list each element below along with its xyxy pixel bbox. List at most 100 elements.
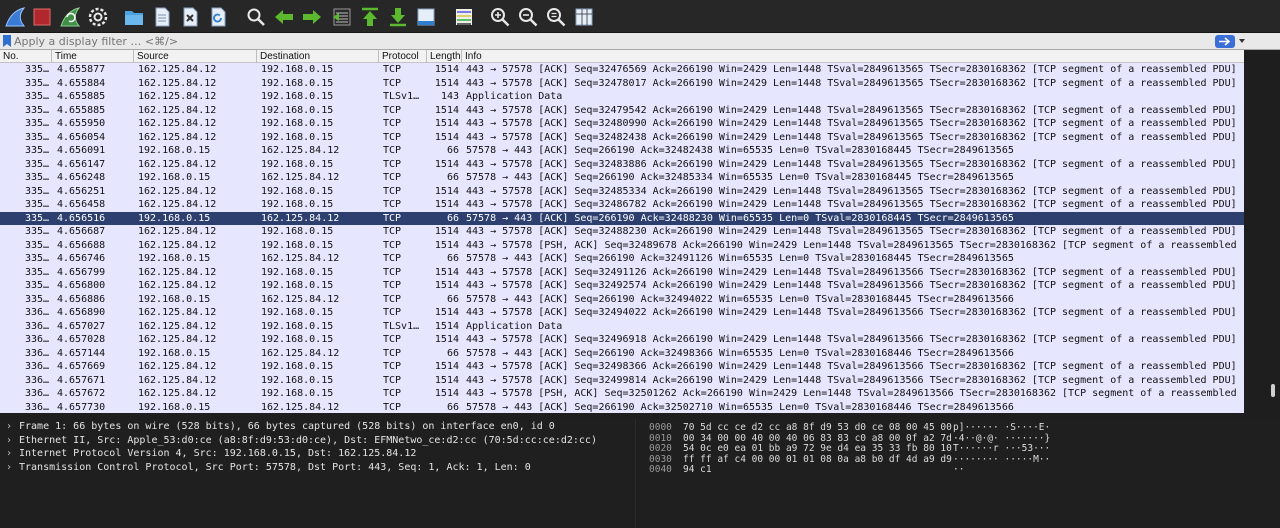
table-row[interactable]: 335… 4.656688 162.125.84.12 192.168.0.15 TCP… <box>0 238 1244 252</box>
table-row[interactable]: 335… 4.656800 162.125.84.12 192.168.0.15 TCP… <box>0 279 1244 293</box>
resize-columns-icon[interactable] <box>572 5 596 29</box>
cell-info: Application Data <box>466 320 563 332</box>
detail-tree-label: Frame 1: 66 bytes on wire (528 bits), 66… <box>19 421 555 432</box>
detail-tree-item[interactable]: › Internet Protocol Version 4, Src: 192.1… <box>0 448 636 462</box>
arrow-left-icon[interactable] <box>272 5 296 29</box>
zoom-in-icon[interactable] <box>488 5 512 29</box>
colorize-icon[interactable] <box>452 5 476 29</box>
table-row[interactable]: 335… 4.655950 162.125.84.12 192.168.0.15 TCP… <box>0 117 1244 131</box>
close-file-icon[interactable] <box>178 5 202 29</box>
cell-protocol: TCP <box>383 253 402 264</box>
cell-length: 1514 <box>434 199 459 210</box>
column-header-destination[interactable]: Destination <box>257 50 379 63</box>
cell-no: 335… <box>25 77 50 89</box>
chevron-right-icon[interactable]: › <box>6 421 12 432</box>
detail-tree-item[interactable]: › Transmission Control Protocol, Src Port… <box>0 462 636 476</box>
chevron-right-icon[interactable]: › <box>6 435 12 446</box>
column-header-length[interactable]: Length <box>427 50 462 63</box>
hex-offset: 0040 <box>649 464 672 475</box>
zoom-out-icon[interactable] <box>516 5 540 29</box>
cell-source: 162.125.84.12 <box>138 239 217 251</box>
file-icon[interactable] <box>150 5 174 29</box>
table-row[interactable]: 336… 4.657028 162.125.84.12 192.168.0.15 TCP… <box>0 333 1244 347</box>
table-row[interactable]: 335… 4.656248 192.168.0.15 162.125.84.12 TCP… <box>0 171 1244 185</box>
reload-icon[interactable] <box>206 5 230 29</box>
folder-open-icon[interactable] <box>122 5 146 29</box>
hex-bytes: 94 c1 <box>683 464 712 475</box>
cell-source: 162.125.84.12 <box>138 280 217 291</box>
cell-destination: 162.125.84.12 <box>261 253 340 264</box>
cell-info: 57578 → 443 [ACK] Seq=266190 Ack=3248243… <box>466 145 1014 156</box>
autoscroll-icon[interactable] <box>414 5 438 29</box>
column-header-protocol[interactable]: Protocol <box>379 50 427 63</box>
chevron-right-icon[interactable]: › <box>6 462 12 473</box>
column-header-source[interactable]: Source <box>134 50 257 63</box>
cell-no: 335… <box>25 118 50 129</box>
table-row[interactable]: 335… 4.656746 192.168.0.15 162.125.84.12 TCP… <box>0 252 1244 266</box>
bookmark-icon[interactable] <box>3 35 11 47</box>
table-row[interactable]: 335… 4.656886 192.168.0.15 162.125.84.12 TCP… <box>0 292 1244 306</box>
table-row[interactable]: 336… 4.657669 162.125.84.12 192.168.0.15 TCP… <box>0 360 1244 374</box>
scrollbar-thumb[interactable] <box>1271 384 1275 397</box>
go-first-icon[interactable] <box>358 5 382 29</box>
column-header-no[interactable]: No. <box>0 50 52 63</box>
cell-source: 192.168.0.15 <box>138 347 211 359</box>
cell-no: 335… <box>25 158 50 170</box>
table-row[interactable]: 335… 4.656458 162.125.84.12 192.168.0.15 TCP… <box>0 198 1244 212</box>
go-last-icon[interactable] <box>386 5 410 29</box>
arrow-right-icon[interactable] <box>300 5 324 29</box>
table-row[interactable]: 335… 4.655885 162.125.84.12 192.168.0.15 TLS… <box>0 90 1244 104</box>
table-row[interactable]: 335… 4.656251 162.125.84.12 192.168.0.15 TCP… <box>0 184 1244 198</box>
cell-destination: 192.168.0.15 <box>261 388 334 399</box>
table-row-selected[interactable]: 335… 4.656516 192.168.0.15 162.125.84.12 TCP… <box>0 211 1244 225</box>
chevron-down-icon[interactable] <box>1238 37 1246 45</box>
cell-time: 4.656054 <box>57 131 106 143</box>
cell-info: 443 → 57578 [ACK] Seq=32483886 Ack=26619… <box>466 158 1237 170</box>
table-row[interactable]: 335… 4.656687 162.125.84.12 192.168.0.15 TCP… <box>0 225 1244 239</box>
stop-square-icon[interactable] <box>30 5 54 29</box>
table-row[interactable]: 335… 4.655884 162.125.84.12 192.168.0.15 TCP… <box>0 76 1244 90</box>
column-header-time[interactable]: Time <box>52 50 134 63</box>
cell-time: 4.655884 <box>57 77 106 89</box>
cell-protocol: TCP <box>383 185 402 197</box>
cell-length: 1514 <box>434 266 459 278</box>
cell-no: 336… <box>25 334 50 345</box>
table-row[interactable]: 335… 4.655885 162.125.84.12 192.168.0.15 TCP… <box>0 103 1244 117</box>
cell-length: 1514 <box>434 118 459 129</box>
table-row[interactable]: 336… 4.657027 162.125.84.12 192.168.0.15 TLS… <box>0 319 1244 333</box>
table-row[interactable]: 336… 4.657144 192.168.0.15 162.125.84.12 TCP… <box>0 346 1244 360</box>
table-row[interactable]: 336… 4.657730 192.168.0.15 162.125.84.12 TCP… <box>0 400 1244 413</box>
table-row[interactable]: 336… 4.656890 162.125.84.12 192.168.0.15 TCP… <box>0 306 1244 320</box>
table-row[interactable]: 335… 4.656799 162.125.84.12 192.168.0.15 TCP… <box>0 265 1244 279</box>
display-filter-input[interactable] <box>14 34 1210 48</box>
search-icon[interactable] <box>244 5 268 29</box>
hex-offset: 0010 <box>649 432 672 444</box>
detail-tree-item[interactable]: › Frame 1: 66 bytes on wire (528 bits), 6… <box>0 421 636 435</box>
table-row[interactable]: 335… 4.655877 162.125.84.12 192.168.0.15 TCP… <box>0 63 1244 77</box>
cell-protocol: TCP <box>383 388 402 399</box>
cell-length: 1514 <box>434 374 459 386</box>
cell-time: 4.657028 <box>57 334 106 345</box>
table-row[interactable]: 336… 4.657671 162.125.84.12 192.168.0.15 TCP… <box>0 373 1244 387</box>
table-row[interactable]: 335… 4.656147 162.125.84.12 192.168.0.15 TCP… <box>0 157 1244 171</box>
apply-filter-arrow-icon[interactable] <box>1215 35 1235 48</box>
shark-fin-start-icon[interactable] <box>3 5 27 29</box>
cell-protocol: TCP <box>383 307 402 318</box>
table-row[interactable]: 336… 4.657672 162.125.84.12 192.168.0.15 TCP… <box>0 387 1244 401</box>
hex-bytes: 70 5d cc ce d2 cc a8 8f d9 53 d0 ce 08 0… <box>683 422 952 433</box>
go-to-packet-icon[interactable] <box>330 5 354 29</box>
column-header-info[interactable]: Info <box>462 50 1244 63</box>
cell-destination: 192.168.0.15 <box>261 280 334 291</box>
chevron-right-icon[interactable]: › <box>6 448 12 459</box>
zoom-normal-icon[interactable] <box>544 5 568 29</box>
cell-time: 4.657672 <box>57 388 106 399</box>
gear-icon[interactable] <box>86 5 110 29</box>
table-row[interactable]: 335… 4.656054 162.125.84.12 192.168.0.15 TCP… <box>0 130 1244 144</box>
shark-fin-restart-icon[interactable] <box>58 5 82 29</box>
packet-list-scrollbar[interactable] <box>1244 50 1280 413</box>
table-row[interactable]: 335… 4.656091 192.168.0.15 162.125.84.12 TCP… <box>0 144 1244 158</box>
cell-destination: 162.125.84.12 <box>261 347 340 359</box>
cell-source: 162.125.84.12 <box>138 361 217 372</box>
cell-info: 443 → 57578 [ACK] Seq=32492574 Ack=26619… <box>466 280 1237 291</box>
detail-tree-item[interactable]: › Ethernet II, Src: Apple_53:d0:ce (a8:8f… <box>0 435 636 449</box>
